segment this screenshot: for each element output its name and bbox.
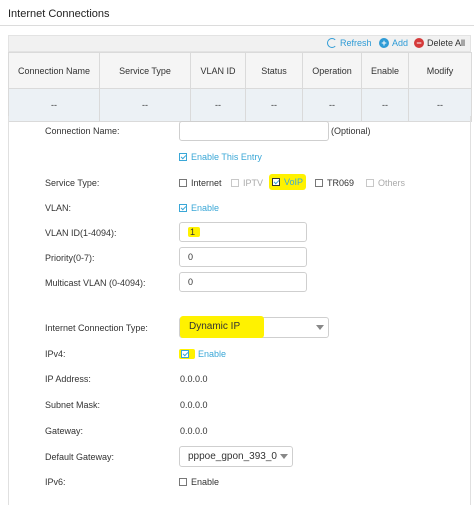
vlan-id-value: 1 [188, 227, 201, 237]
minus-icon: − [414, 38, 424, 48]
header-operation: Operation [302, 52, 362, 89]
enable-entry-label: Enable This Entry [191, 152, 262, 162]
checkbox-icon [315, 179, 323, 187]
header-status: Status [245, 52, 303, 89]
service-iptv-checkbox[interactable]: IPTV [231, 178, 263, 188]
header-connection-name: Connection Name [8, 52, 100, 89]
ipv4-enable-checkbox[interactable]: Enable [179, 349, 226, 359]
service-voip-checkbox[interactable]: VoIP [269, 174, 307, 190]
checkbox-icon [366, 179, 374, 187]
vlan-enable-label: Enable [191, 203, 220, 213]
chevron-down-icon [316, 325, 324, 330]
multicast-vlan-label: Multicast VLAN (0-4094): [45, 278, 146, 288]
title-divider [0, 25, 474, 26]
connections-table: Connection Name Service Type VLAN ID Sta… [8, 52, 472, 122]
vlan-enable-checkbox[interactable]: Enable [179, 203, 219, 213]
subnet-mask-value: 0.0.0.0 [180, 400, 208, 410]
ipv6-enable-label: Enable [191, 477, 220, 487]
connection-type-label: Internet Connection Type: [45, 323, 148, 333]
gateway-value: 0.0.0.0 [180, 426, 208, 436]
connection-name-hint: (Optional) [331, 126, 371, 136]
ipv4-enable-highlight [179, 349, 195, 359]
ipv6-label: IPv6: [45, 477, 66, 487]
refresh-button[interactable]: Refresh [327, 38, 372, 48]
checkbox-icon [179, 179, 187, 187]
multicast-vlan-input[interactable]: 0 [179, 272, 307, 292]
subnet-mask-label: Subnet Mask: [45, 400, 101, 410]
header-vlan-id: VLAN ID [190, 52, 246, 89]
ip-address-value: 0.0.0.0 [180, 374, 208, 384]
ipv4-enable-label: Enable [198, 349, 227, 359]
connection-type-select[interactable]: Dynamic IP [179, 316, 329, 338]
checkbox-checked-icon [179, 204, 187, 212]
add-label: Add [392, 38, 409, 48]
default-gateway-value: pppoe_gpon_393_0 [188, 451, 277, 462]
service-tr069-label: TR069 [327, 178, 355, 188]
delete-all-label: Delete All [427, 38, 466, 48]
default-gateway-label: Default Gateway: [45, 452, 115, 462]
service-internet-checkbox[interactable]: Internet [179, 178, 222, 188]
priority-input[interactable]: 0 [179, 247, 307, 267]
service-others-checkbox[interactable]: Others [366, 178, 405, 188]
vlan-id-label: VLAN ID(1-4094): [45, 228, 117, 238]
plus-icon: + [379, 38, 389, 48]
checkbox-checked-icon [181, 350, 189, 358]
ipv4-label: IPv4: [45, 349, 66, 359]
checkbox-icon [179, 478, 187, 486]
checkbox-icon [231, 179, 239, 187]
vlan-label: VLAN: [45, 203, 72, 213]
enable-entry-checkbox[interactable]: Enable This Entry [179, 152, 262, 162]
page-title: Internet Connections [8, 8, 110, 20]
ip-address-label: IP Address: [45, 374, 91, 384]
connection-name-input[interactable] [179, 121, 329, 141]
connection-name-label: Connection Name: [45, 126, 120, 136]
connection-type-value: Dynamic IP [180, 316, 264, 338]
service-type-label: Service Type: [45, 178, 100, 188]
refresh-icon [327, 38, 337, 48]
header-enable: Enable [361, 52, 409, 89]
table-toolbar: Refresh + Add − Delete All [8, 35, 471, 52]
service-iptv-label: IPTV [243, 178, 264, 188]
service-voip-label: VoIP [284, 177, 304, 187]
priority-label: Priority(0-7): [45, 253, 95, 263]
vlan-id-input[interactable]: 1 [179, 222, 307, 242]
gateway-label: Gateway: [45, 426, 84, 436]
add-button[interactable]: + Add [379, 38, 408, 48]
refresh-label: Refresh [340, 38, 372, 48]
delete-all-button[interactable]: − Delete All [414, 38, 465, 48]
service-internet-label: Internet [191, 178, 222, 188]
default-gateway-select[interactable]: pppoe_gpon_393_0 [179, 446, 293, 467]
chevron-down-icon [280, 454, 288, 459]
checkbox-checked-icon [179, 153, 187, 161]
header-modify: Modify [408, 52, 472, 89]
service-tr069-checkbox[interactable]: TR069 [315, 178, 354, 188]
connection-edit-panel: Connection Name: (Optional) Enable This … [8, 116, 471, 505]
header-service-type: Service Type [99, 52, 191, 89]
ipv6-enable-checkbox[interactable]: Enable [179, 477, 219, 487]
table-header-row: Connection Name Service Type VLAN ID Sta… [8, 52, 472, 89]
service-others-label: Others [378, 178, 406, 188]
checkbox-checked-icon [272, 178, 280, 186]
